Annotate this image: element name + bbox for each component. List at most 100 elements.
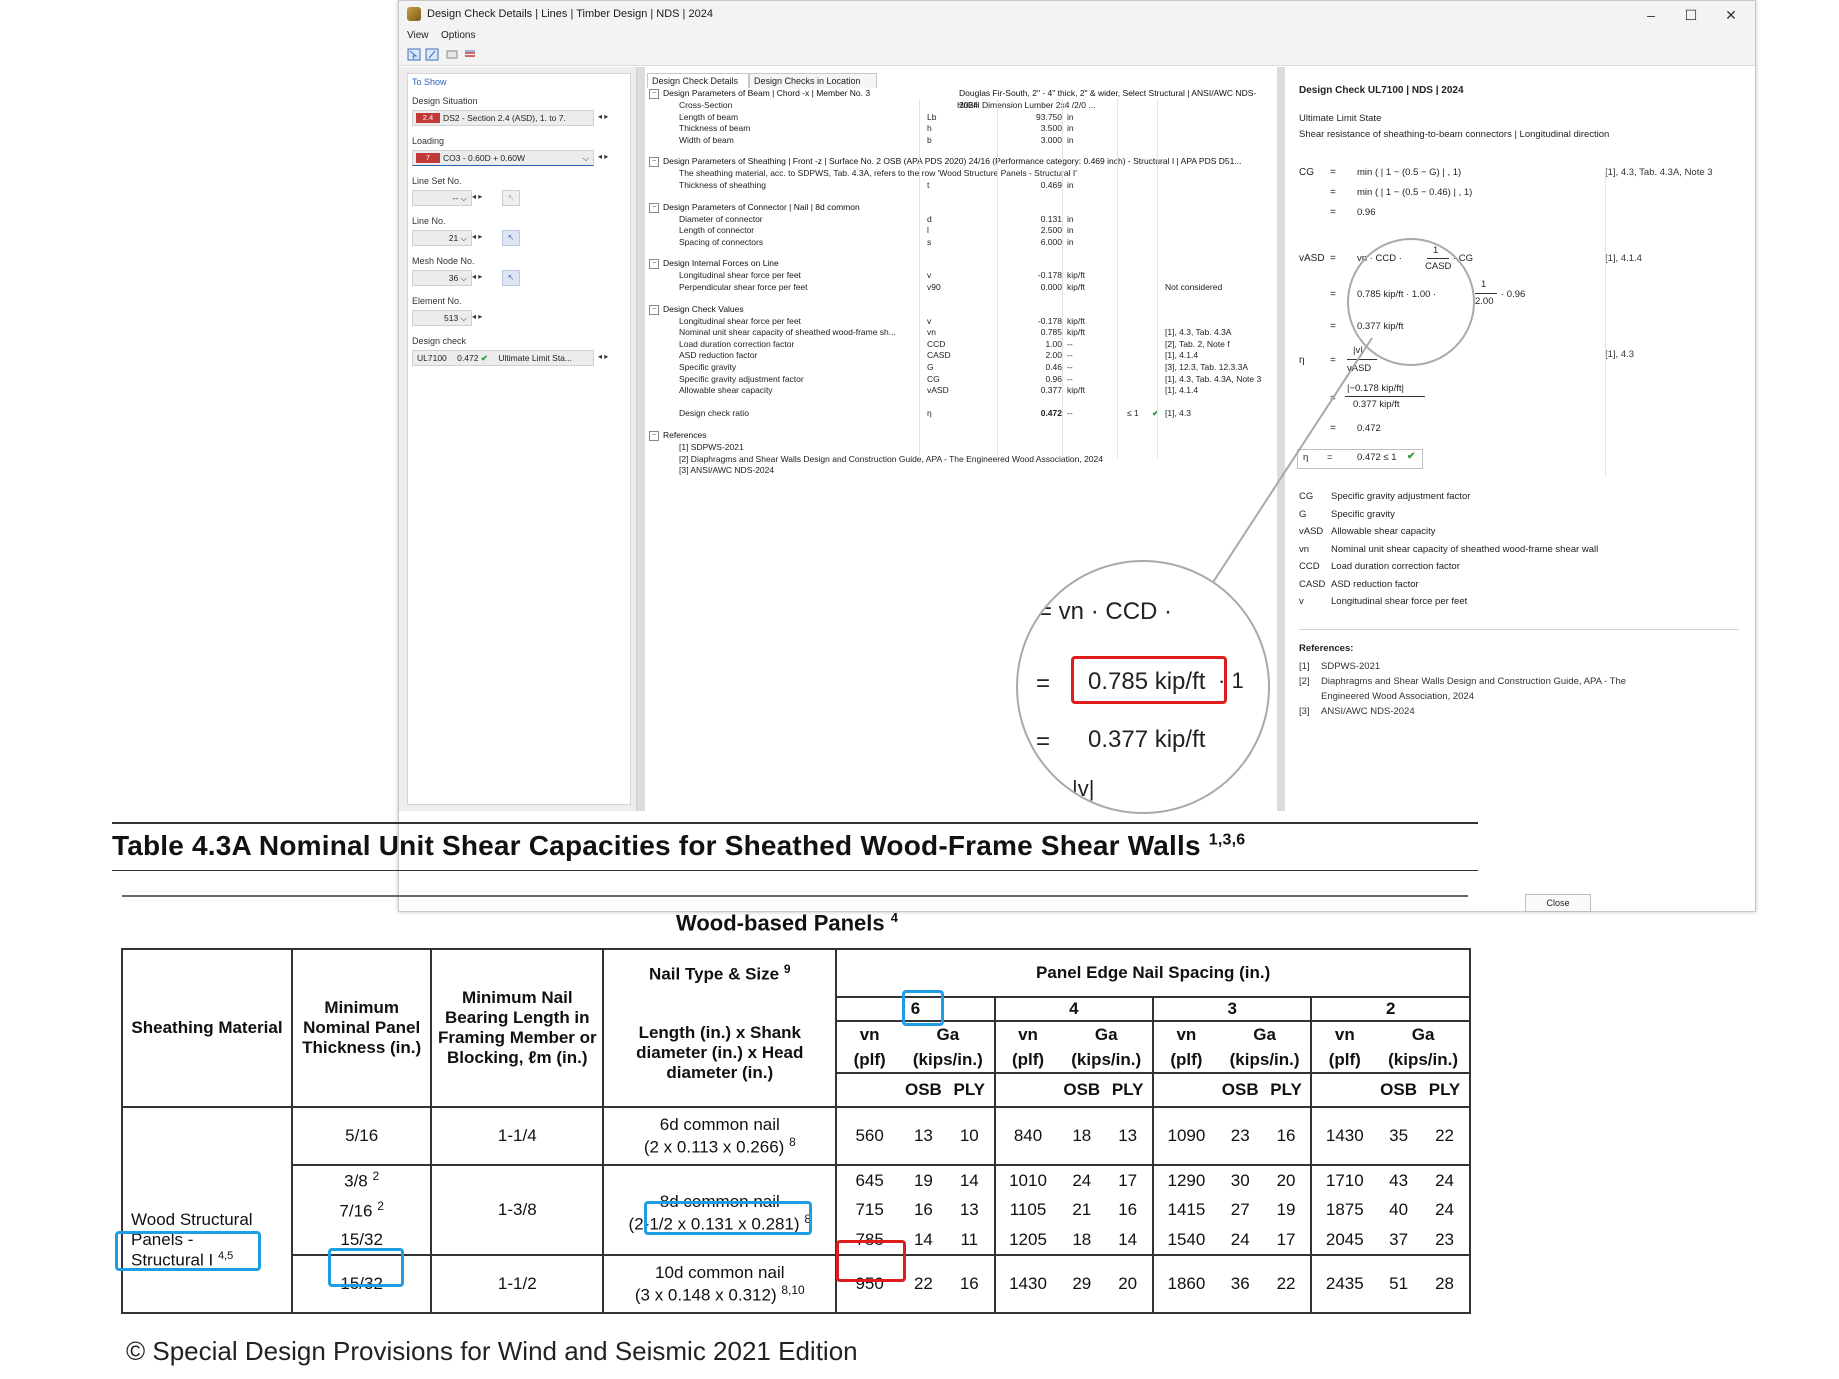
nail-dims: (3 x 0.148 x 0.312) bbox=[634, 1285, 777, 1305]
value-cell: 16 bbox=[1261, 1106, 1313, 1166]
value-cell: 30 bbox=[1218, 1164, 1262, 1195]
value-cell: 24 bbox=[1420, 1164, 1471, 1195]
value-cell: 16 bbox=[913, 1200, 933, 1219]
ga-header: Ga bbox=[1060, 1020, 1155, 1047]
shear-capacity-table: Sheathing Material Minimum Nominal Panel… bbox=[121, 948, 1471, 1314]
table-row: 15/32 1-1/2 10d common nail (3 x 0.148 x 0.… bbox=[122, 1254, 1471, 1314]
value-cell: 35 bbox=[1377, 1106, 1421, 1166]
value-cell: 18 bbox=[1060, 1106, 1104, 1166]
highlight-structural-i bbox=[115, 1231, 261, 1271]
thickness-cell: 7/16 2 bbox=[290, 1195, 433, 1225]
osb-header: OSB bbox=[901, 1072, 945, 1108]
value-cell: 24 bbox=[1420, 1195, 1471, 1225]
value-cell: 840 bbox=[993, 1106, 1061, 1166]
nail-cell: 10d common nail (3 x 0.148 x 0.312) 8,10 bbox=[602, 1254, 838, 1314]
value-cell: 1860 bbox=[1152, 1254, 1219, 1314]
panel-group-note: 4 bbox=[890, 910, 898, 925]
value-cell: 17 bbox=[1103, 1164, 1155, 1195]
table-rule-top bbox=[112, 822, 1478, 824]
magnifier-eq-2: = bbox=[1036, 728, 1051, 755]
value-cell: 14 bbox=[1103, 1225, 1155, 1256]
value-cell: 1710 bbox=[1310, 1164, 1378, 1195]
thickness-value: 5/16 bbox=[345, 1126, 379, 1145]
table-title-notes: 1,3,6 bbox=[1208, 831, 1246, 849]
highlight-vn-result bbox=[1071, 656, 1227, 704]
vn-header: vn bbox=[1152, 1020, 1219, 1047]
magnifier-eq-1: = bbox=[1036, 670, 1051, 697]
spacing-2: 2 bbox=[1310, 996, 1471, 1022]
ply-header: PLY bbox=[1420, 1072, 1471, 1108]
magnifier-result: 0.377 kip/ft bbox=[1088, 726, 1206, 753]
value-cell: 18 bbox=[1060, 1225, 1104, 1256]
copyright-credit: © Special Design Provisions for Wind and… bbox=[126, 1336, 858, 1366]
value-cell: 29 bbox=[1060, 1254, 1104, 1314]
magnifier-connector bbox=[1207, 337, 1373, 591]
header-thickness: Minimum Nominal Panel Thickness (in.) bbox=[290, 948, 433, 1108]
value-cell: 40 bbox=[1389, 1200, 1409, 1219]
bearing-cell: 1-1/2 bbox=[430, 1254, 605, 1314]
value-cell: 1290 bbox=[1152, 1164, 1219, 1195]
nail-type: 6d common nail bbox=[659, 1114, 780, 1134]
osb-header: OSB bbox=[1377, 1072, 1421, 1108]
magnifier-v: |v| bbox=[1072, 776, 1095, 801]
thickness-note: 2 bbox=[372, 1169, 380, 1184]
value-cell: 1875 bbox=[1310, 1195, 1378, 1225]
nail-cell: 6d common nail (2 x 0.113 x 0.266) 8 bbox=[602, 1106, 838, 1166]
table-rule-bottom bbox=[112, 870, 1478, 871]
value-cell: 2435 bbox=[1310, 1254, 1378, 1314]
value-cell: 23 bbox=[1218, 1106, 1262, 1166]
value-cell: 645 bbox=[835, 1164, 902, 1195]
value-cell: 23 bbox=[1420, 1225, 1471, 1256]
value-cell: 22 bbox=[1261, 1254, 1313, 1314]
header-nail-title-text: Nail Type & Size bbox=[649, 964, 780, 984]
value-cell: 19 bbox=[1261, 1195, 1313, 1225]
table-title-text: Table 4.3A Nominal Unit Shear Capacities… bbox=[112, 830, 1201, 861]
blank-header bbox=[1310, 1072, 1378, 1108]
value-cell: 1105 bbox=[993, 1195, 1061, 1225]
nail-dims-line: (3 x 0.148 x 0.312) 8,10 bbox=[604, 1283, 835, 1306]
kips-header: (kips/in.) bbox=[1377, 1047, 1471, 1074]
highlight-spacing-6 bbox=[902, 990, 944, 1026]
blank-header bbox=[835, 1072, 902, 1108]
value-cell: 1205 bbox=[993, 1225, 1061, 1256]
nail-type: 10d common nail bbox=[655, 1262, 785, 1282]
value-cell: 22 bbox=[901, 1254, 945, 1314]
kips-header: (kips/in.) bbox=[1218, 1047, 1313, 1074]
value-cell: 20 bbox=[1261, 1164, 1313, 1195]
value-cell: 21 bbox=[1072, 1200, 1092, 1219]
value-cell: 11 bbox=[944, 1225, 996, 1256]
bearing-cell: 1-3/8 bbox=[430, 1164, 605, 1256]
value-cell: 1415 bbox=[1152, 1195, 1219, 1225]
value-cell: 1540 bbox=[1152, 1225, 1219, 1256]
kips-header: (kips/in.) bbox=[1060, 1047, 1155, 1074]
thickness-cell: 5/16 bbox=[290, 1106, 433, 1166]
plf-header: (plf) bbox=[1310, 1047, 1378, 1074]
value-cell: 20 bbox=[1103, 1254, 1155, 1314]
value-cell: 17 bbox=[1261, 1225, 1313, 1256]
plf-header: (plf) bbox=[993, 1047, 1061, 1074]
value-cell: 22 bbox=[1420, 1106, 1471, 1166]
blank-header bbox=[1152, 1072, 1219, 1108]
value-cell: 24 bbox=[1060, 1164, 1104, 1195]
spacing-4: 4 bbox=[993, 996, 1155, 1022]
value-cell: 715 bbox=[835, 1195, 902, 1225]
value-cell: 14 bbox=[944, 1164, 996, 1195]
plf-header: (plf) bbox=[835, 1047, 902, 1074]
value-cell: 13 bbox=[901, 1106, 945, 1166]
highlight-785 bbox=[836, 1240, 906, 1282]
bearing-cell: 1-1/4 bbox=[430, 1106, 605, 1166]
nail-dims: (2 x 0.113 x 0.266) bbox=[643, 1137, 785, 1157]
header-nail-sub: Length (in.) x Shank diameter (in.) x He… bbox=[636, 1022, 804, 1082]
value-cell: 560 bbox=[835, 1106, 902, 1166]
table-row: 3/8 2 1-3/8 8d common nail (2-1/2 x 0.131 x… bbox=[122, 1164, 1471, 1256]
thickness-value: 3/8 bbox=[344, 1171, 368, 1191]
value-cell: 1010 bbox=[993, 1164, 1061, 1195]
plf-header: (plf) bbox=[1152, 1047, 1219, 1074]
value-cell: 43 bbox=[1377, 1164, 1421, 1195]
panel-group-heading: Wood-based Panels 4 bbox=[676, 910, 898, 936]
header-nail: Nail Type & Size 9 Length (in.) x Shank … bbox=[602, 948, 838, 1108]
thickness-note: 2 bbox=[377, 1198, 384, 1213]
small-magnifier-ring bbox=[1347, 238, 1475, 366]
value-cell: 28 bbox=[1420, 1254, 1471, 1314]
header-nail-title: Nail Type & Size 9 bbox=[604, 962, 835, 985]
